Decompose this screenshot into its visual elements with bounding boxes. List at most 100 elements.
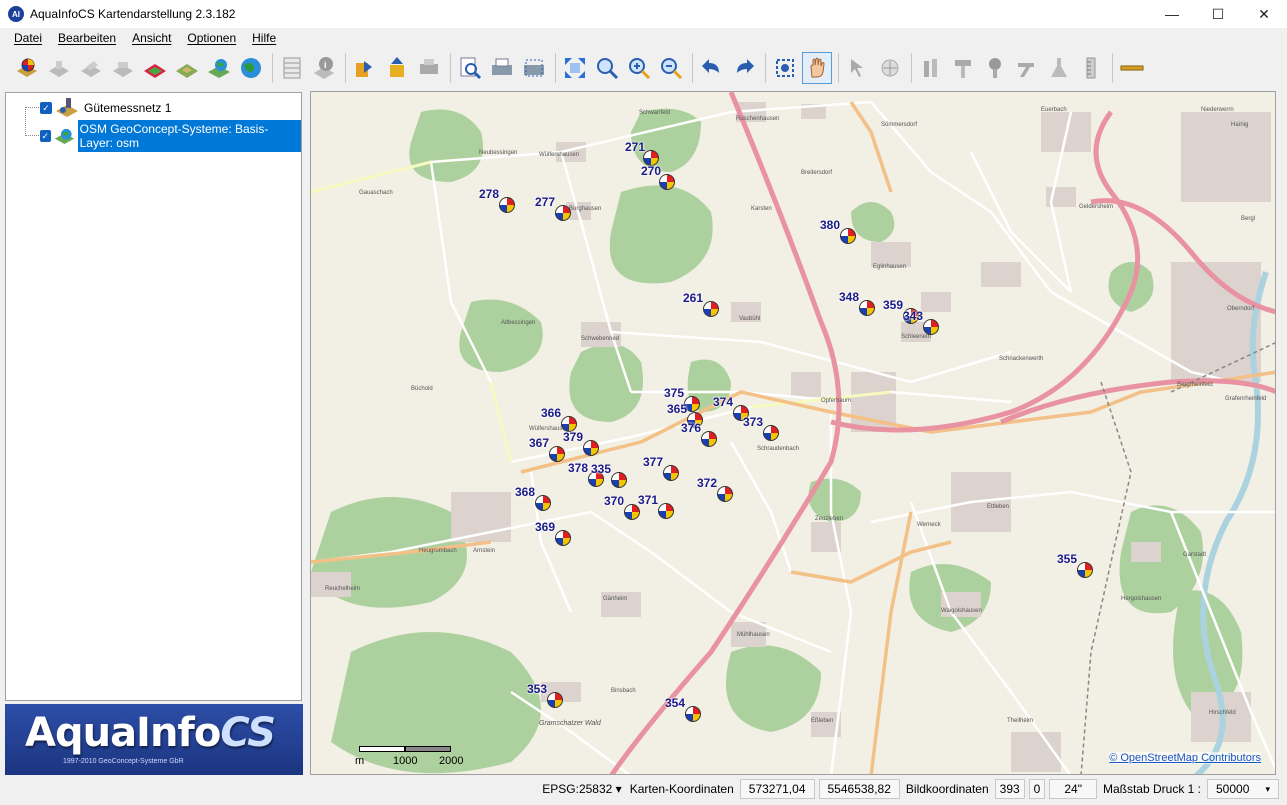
print-scale-input[interactable]: 50000 ▾: [1207, 779, 1279, 799]
station-label: 374: [713, 395, 734, 409]
print-grey-button[interactable]: [414, 52, 444, 84]
redo-view-button[interactable]: [729, 52, 759, 84]
center-map-button[interactable]: [770, 52, 800, 84]
measurement-point-368[interactable]: 368: [515, 485, 551, 511]
tool-grey-5-button[interactable]: [1044, 52, 1074, 84]
measurement-point-367[interactable]: 367: [529, 436, 565, 462]
tree-item-guetemessnetz[interactable]: ✓ Gütemessnetz 1: [40, 97, 173, 119]
menu-optionen[interactable]: Optionen: [179, 31, 244, 45]
globe-button[interactable]: [236, 52, 266, 84]
station-icon: [701, 431, 717, 447]
measurement-point-379[interactable]: 379: [563, 430, 599, 456]
station-label: 348: [839, 290, 860, 304]
measurement-point-348[interactable]: 348: [839, 290, 875, 316]
layer-colored-2-button[interactable]: [172, 52, 202, 84]
measurement-point-380[interactable]: 380: [820, 218, 856, 244]
zoom-in-button[interactable]: [624, 52, 654, 84]
layer-grey-2-button[interactable]: [76, 52, 106, 84]
measurement-point-372[interactable]: 372: [697, 476, 733, 502]
info-grey-button[interactable]: i: [309, 52, 339, 84]
undo-view-button[interactable]: [697, 52, 727, 84]
station-label: 367: [529, 436, 550, 450]
measurement-point-373[interactable]: 373: [743, 415, 779, 441]
layer-checkbox[interactable]: ✓: [40, 130, 51, 142]
tree-item-osm[interactable]: ✓ OSM GeoConcept-Systeme: Basis-Layer: o…: [40, 120, 301, 152]
station-label: 372: [697, 476, 718, 490]
measurement-point-376[interactable]: 376: [681, 421, 717, 447]
station-icon: [685, 706, 701, 722]
menu-ansicht[interactable]: Ansicht: [124, 31, 179, 45]
print-button[interactable]: [487, 52, 517, 84]
measurement-point-270[interactable]: 270: [641, 164, 675, 190]
tool-grey-1-button[interactable]: [916, 52, 946, 84]
station-label: 359: [883, 298, 904, 312]
measurement-point-278[interactable]: 278: [479, 187, 515, 213]
menu-bearbeiten[interactable]: Bearbeiten: [50, 31, 124, 45]
layer-colored-1-button[interactable]: [140, 52, 170, 84]
measurement-point-277[interactable]: 277: [535, 195, 571, 221]
layer-grey-1-button[interactable]: [44, 52, 74, 84]
map-basemap: [311, 92, 1275, 774]
measurement-point-353[interactable]: 353: [527, 682, 563, 708]
columns-icon: [924, 59, 937, 77]
table-button[interactable]: [277, 52, 307, 84]
chevron-down-icon: ▾: [1265, 783, 1270, 794]
station-label: 335: [591, 462, 612, 476]
place-label: Arnstein: [473, 548, 496, 554]
tool-grey-3-button[interactable]: [980, 52, 1010, 84]
place-label: Ruschenhausen: [736, 116, 780, 122]
tool-grey-6-button[interactable]: [1076, 52, 1106, 84]
measurement-point-369[interactable]: 369: [535, 520, 571, 546]
place-label: Büchold: [411, 386, 433, 392]
layer-globe-1-button[interactable]: [204, 52, 234, 84]
globe-icon: [241, 58, 261, 78]
place-label: Reuchelheim: [325, 586, 361, 592]
menu-hilfe[interactable]: Hilfe: [244, 31, 284, 45]
layer-map-icon: [144, 64, 166, 78]
measurement-point-261[interactable]: 261: [683, 291, 719, 317]
title-bar: AI AquaInfoCS Kartendarstellung 2.3.182 …: [0, 0, 1287, 28]
toolbar-separator: [692, 53, 693, 83]
measure-point-button[interactable]: [875, 52, 905, 84]
import-button[interactable]: [350, 52, 380, 84]
zoom-out-button[interactable]: [656, 52, 686, 84]
osm-attribution-link[interactable]: © OpenStreetMap Contributors: [1109, 752, 1261, 764]
measurement-point-343[interactable]: 343: [903, 309, 939, 335]
measurement-point-335[interactable]: 335: [591, 462, 627, 488]
maximize-button[interactable]: ☐: [1195, 0, 1241, 28]
station-label: 354: [665, 696, 686, 710]
measurement-point-377[interactable]: 377: [643, 455, 679, 481]
pan-button[interactable]: [802, 52, 832, 84]
measurement-point-371[interactable]: 371: [638, 493, 674, 519]
station-label: 379: [563, 430, 584, 444]
export-button[interactable]: [382, 52, 412, 84]
close-button[interactable]: ✕: [1241, 0, 1287, 28]
minimize-button[interactable]: —: [1149, 0, 1195, 28]
epsg-dropdown[interactable]: EPSG:25832 ▾: [538, 782, 625, 796]
place-label: Burghausen: [569, 206, 602, 212]
menu-datei[interactable]: Datei: [6, 31, 50, 45]
zoom-extent-button[interactable]: [560, 52, 590, 84]
add-point-layer-button[interactable]: [12, 52, 42, 84]
tool-grey-4-button[interactable]: [1012, 52, 1042, 84]
zoom-window-button[interactable]: [592, 52, 622, 84]
aquainfocs-logo: AquaInfoCS 1997-2010 GeoConcept-Systeme …: [5, 704, 303, 775]
tool-grey-2-button[interactable]: [948, 52, 978, 84]
layer-checkbox[interactable]: ✓: [40, 102, 52, 114]
measurement-point-355[interactable]: 355: [1057, 552, 1093, 578]
table-icon: [283, 57, 301, 79]
print-area-button[interactable]: [519, 52, 549, 84]
hammer-icon: [955, 60, 971, 78]
select-tool-button[interactable]: [843, 52, 873, 84]
measurement-point-370[interactable]: 370: [604, 494, 640, 520]
print-scale-value: 50000: [1216, 782, 1250, 796]
hand-icon: [810, 57, 825, 78]
measurement-point-354[interactable]: 354: [665, 696, 701, 722]
map-view[interactable]: Schwanfeld Ruschenhausen Sömmersdorf Eue…: [310, 91, 1276, 775]
print-preview-button[interactable]: [455, 52, 485, 84]
layer-grey-3-button[interactable]: [108, 52, 138, 84]
scale-line-button[interactable]: [1117, 52, 1147, 84]
globe-layer-icon: [208, 59, 230, 78]
place-label: Breitersdorf: [801, 170, 833, 176]
place-label: Bergrheinfeld: [1177, 382, 1213, 388]
